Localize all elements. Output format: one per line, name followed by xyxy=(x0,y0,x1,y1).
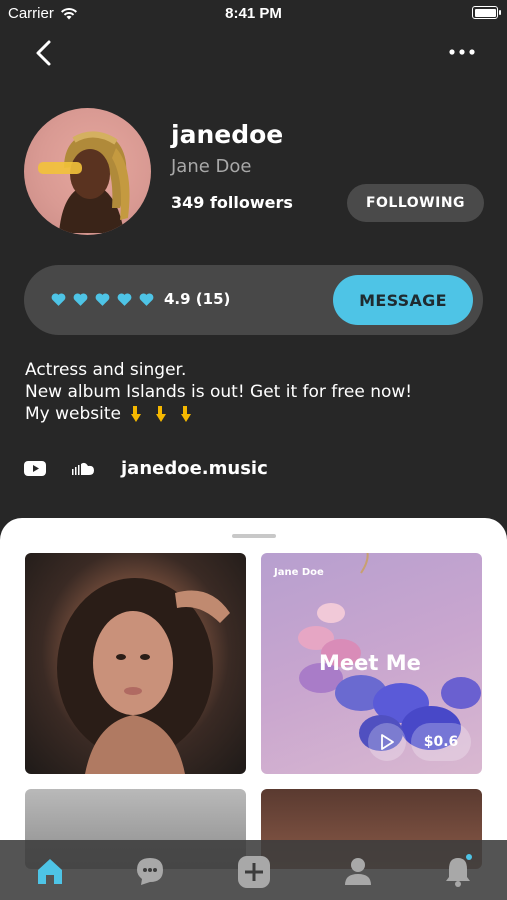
followers-count[interactable]: 349 followers xyxy=(171,193,293,212)
bio-line-text: My website xyxy=(25,404,121,424)
bio-line: New album Islands is out! Get it for fre… xyxy=(25,382,413,402)
heart-icon xyxy=(139,293,154,306)
post-photo[interactable] xyxy=(25,553,246,774)
play-icon xyxy=(381,734,394,750)
username: janedoe xyxy=(171,120,284,149)
status-bar: Carrier 8:41 PM xyxy=(0,0,507,28)
album-title: Meet Me xyxy=(319,651,421,675)
heart-icon xyxy=(95,293,110,306)
more-horizontal-icon xyxy=(449,49,475,55)
tab-profile[interactable] xyxy=(341,854,375,888)
tab-chat[interactable] xyxy=(133,854,167,888)
rating-text: 4.9 (15) xyxy=(164,290,231,308)
chat-icon xyxy=(137,858,163,885)
chevron-left-icon xyxy=(36,40,51,66)
sheet-drag-handle[interactable] xyxy=(232,534,276,538)
rating-card: 4.9 (15) MESSAGE xyxy=(24,265,483,335)
tab-notifications[interactable] xyxy=(441,854,475,888)
home-icon xyxy=(38,859,62,884)
pointing-down-icon xyxy=(181,406,191,422)
youtube-icon[interactable] xyxy=(24,460,46,476)
website-link[interactable]: janedoe.music xyxy=(121,458,268,479)
heart-icon xyxy=(73,293,88,306)
bio-line-website: My website xyxy=(25,403,412,425)
bio: Actress and singer. New album Islands is… xyxy=(25,359,412,425)
message-button[interactable]: MESSAGE xyxy=(333,275,473,325)
play-button[interactable] xyxy=(368,723,406,761)
profile-icon xyxy=(345,858,371,885)
tab-add[interactable] xyxy=(236,854,270,888)
tab-bar xyxy=(0,840,507,900)
tab-home[interactable] xyxy=(33,854,67,888)
pointing-down-icon xyxy=(131,406,141,422)
bio-line: Actress and singer. xyxy=(25,360,187,380)
following-button[interactable]: FOLLOWING xyxy=(347,184,484,222)
heart-icon xyxy=(117,293,132,306)
soundcloud-icon[interactable] xyxy=(72,462,94,475)
price-button[interactable]: $0.6 xyxy=(411,723,471,761)
notification-badge xyxy=(466,854,472,860)
social-links: janedoe.music xyxy=(24,454,268,482)
back-button[interactable] xyxy=(30,36,60,70)
post-image xyxy=(57,578,230,774)
post-album[interactable]: Jane Doe Meet Me $0.6 xyxy=(261,553,482,774)
album-artist: Jane Doe xyxy=(274,567,324,578)
more-options-button[interactable] xyxy=(447,42,477,62)
pointing-down-icon xyxy=(156,406,166,422)
avatar[interactable] xyxy=(24,108,151,235)
rating-hearts xyxy=(50,291,155,308)
battery-icon xyxy=(472,6,501,19)
add-icon xyxy=(238,856,270,888)
avatar-photo xyxy=(38,131,130,233)
full-name: Jane Doe xyxy=(171,156,252,177)
heart-icon xyxy=(51,293,66,306)
clock: 8:41 PM xyxy=(225,5,282,22)
